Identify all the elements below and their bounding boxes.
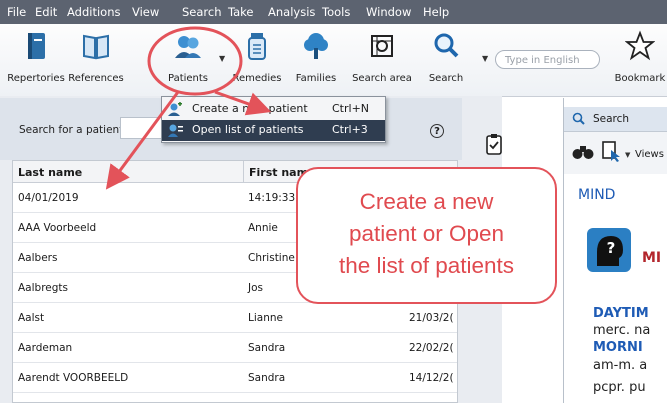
callout-line: patient or Open	[348, 221, 505, 246]
arrow-to-patient-list	[105, 91, 180, 190]
callout-line: the list of patients	[338, 253, 515, 278]
highlight-circle	[147, 26, 243, 96]
callout-line: Create a new	[359, 189, 494, 214]
arrow-to-menu	[214, 90, 272, 116]
callout-text: Create a new patient or Open the list of…	[296, 186, 557, 282]
